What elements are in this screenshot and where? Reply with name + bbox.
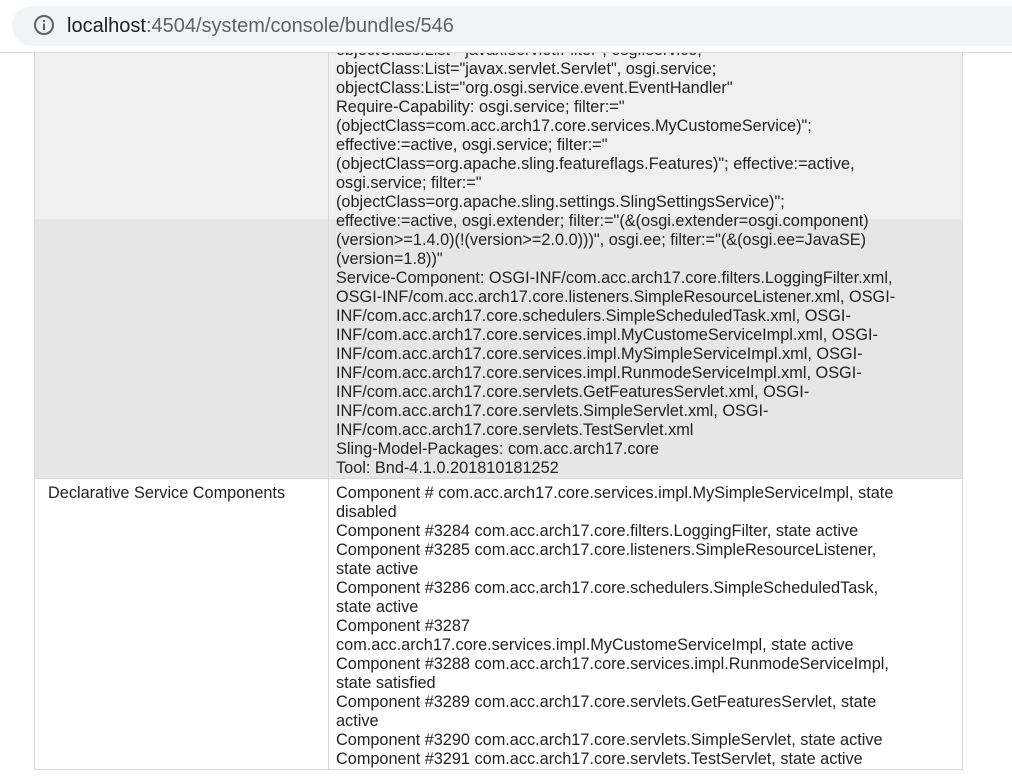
url-path: :4504/system/console/bundles/546 bbox=[145, 15, 454, 37]
manifest-line: INF/com.acc.arch17.core.services.impl.My… bbox=[336, 345, 863, 363]
manifest-line: objectClass:List="org.osgi.service.event… bbox=[336, 79, 733, 97]
manifest-line: Service-Component: OSGI-INF/com.acc.arch… bbox=[336, 269, 893, 287]
component-line: Component #3290 com.acc.arch17.core.serv… bbox=[336, 731, 883, 749]
component-line: Component #3288 com.acc.arch17.core.serv… bbox=[336, 655, 889, 673]
component-line: disabled bbox=[336, 503, 397, 521]
url-host: localhost bbox=[67, 15, 146, 37]
manifest-line: (version=1.8))" bbox=[336, 250, 443, 268]
component-line: active bbox=[336, 712, 379, 730]
manifest-line: INF/com.acc.arch17.core.schedulers.Simpl… bbox=[336, 307, 851, 325]
manifest-line: INF/com.acc.arch17.core.services.impl.Ru… bbox=[336, 364, 862, 382]
ds-components-value-cell: Component # com.acc.arch17.core.services… bbox=[328, 478, 963, 770]
component-line: state active bbox=[336, 560, 419, 578]
bundle-properties-table: objectClass:List="javax.servlet.Filter",… bbox=[34, 53, 963, 770]
address-bar[interactable]: localhost:4504/system/console/bundles/54… bbox=[12, 6, 1012, 46]
declarative-service-components-row: Declarative Service Components Component… bbox=[34, 478, 963, 770]
manifest-line: INF/com.acc.arch17.core.servlets.GetFeat… bbox=[336, 383, 810, 401]
component-line: Component #3289 com.acc.arch17.core.serv… bbox=[336, 693, 877, 711]
component-line: Component #3286 com.acc.arch17.core.sche… bbox=[336, 579, 879, 597]
component-line: Component #3287 bbox=[336, 617, 470, 635]
manifest-headers-text: objectClass:List="javax.servlet.Filter",… bbox=[336, 53, 956, 478]
manifest-line: Require-Capability: osgi.service; filter… bbox=[336, 98, 625, 116]
manifest-value-cell: objectClass:List="javax.servlet.Filter",… bbox=[328, 53, 963, 479]
url-text[interactable]: localhost:4504/system/console/bundles/54… bbox=[67, 15, 454, 37]
page-viewport: objectClass:List="javax.servlet.Filter",… bbox=[0, 53, 1012, 781]
manifest-line: Sling-Model-Packages: com.acc.arch17.cor… bbox=[336, 440, 660, 458]
component-line: state active bbox=[336, 598, 419, 616]
component-line: state satisfied bbox=[336, 674, 436, 692]
manifest-line: osgi.service; filter:=" bbox=[336, 174, 482, 192]
manifest-line: effective:=active, osgi.extender; filter… bbox=[336, 212, 869, 230]
component-line: com.acc.arch17.core.services.impl.MyCust… bbox=[336, 636, 854, 654]
manifest-line: objectClass:List="javax.servlet.Filter",… bbox=[336, 53, 956, 60]
manifest-line: effective:=active, osgi.service; filter:… bbox=[336, 136, 608, 154]
manifest-line: (version>=1.4.0)(!(version>=2.0.0)))", o… bbox=[336, 231, 867, 249]
manifest-line: (objectClass=org.apache.sling.featurefla… bbox=[336, 155, 855, 173]
component-line: Component #3284 com.acc.arch17.core.filt… bbox=[336, 522, 859, 540]
browser-toolbar: localhost:4504/system/console/bundles/54… bbox=[0, 0, 1012, 53]
manifest-line: INF/com.acc.arch17.core.servlets.SimpleS… bbox=[336, 402, 769, 420]
manifest-line: objectClass:List="javax.servlet.Servlet"… bbox=[336, 60, 717, 78]
component-line: Component #3285 com.acc.arch17.core.list… bbox=[336, 541, 877, 559]
manifest-label-cell bbox=[34, 53, 329, 479]
manifest-line: INF/com.acc.arch17.core.servlets.TestSer… bbox=[336, 421, 694, 439]
component-line: Component # com.acc.arch17.core.services… bbox=[336, 484, 894, 502]
manifest-line: (objectClass=org.apache.sling.settings.S… bbox=[336, 193, 785, 211]
info-icon[interactable] bbox=[33, 14, 55, 36]
manifest-line: INF/com.acc.arch17.core.services.impl.My… bbox=[336, 326, 878, 344]
manifest-line: Tool: Bnd-4.1.0.201810181252 bbox=[336, 459, 559, 477]
ds-components-list: Component # com.acc.arch17.core.services… bbox=[336, 484, 956, 769]
manifest-line: OSGI-INF/com.acc.arch17.core.listeners.S… bbox=[336, 288, 896, 306]
manifest-headers-row: objectClass:List="javax.servlet.Filter",… bbox=[34, 53, 963, 479]
ds-components-label: Declarative Service Components bbox=[34, 478, 329, 770]
component-line: Component #3291 com.acc.arch17.core.serv… bbox=[336, 750, 863, 768]
manifest-line: (objectClass=com.acc.arch17.core.service… bbox=[336, 117, 812, 135]
